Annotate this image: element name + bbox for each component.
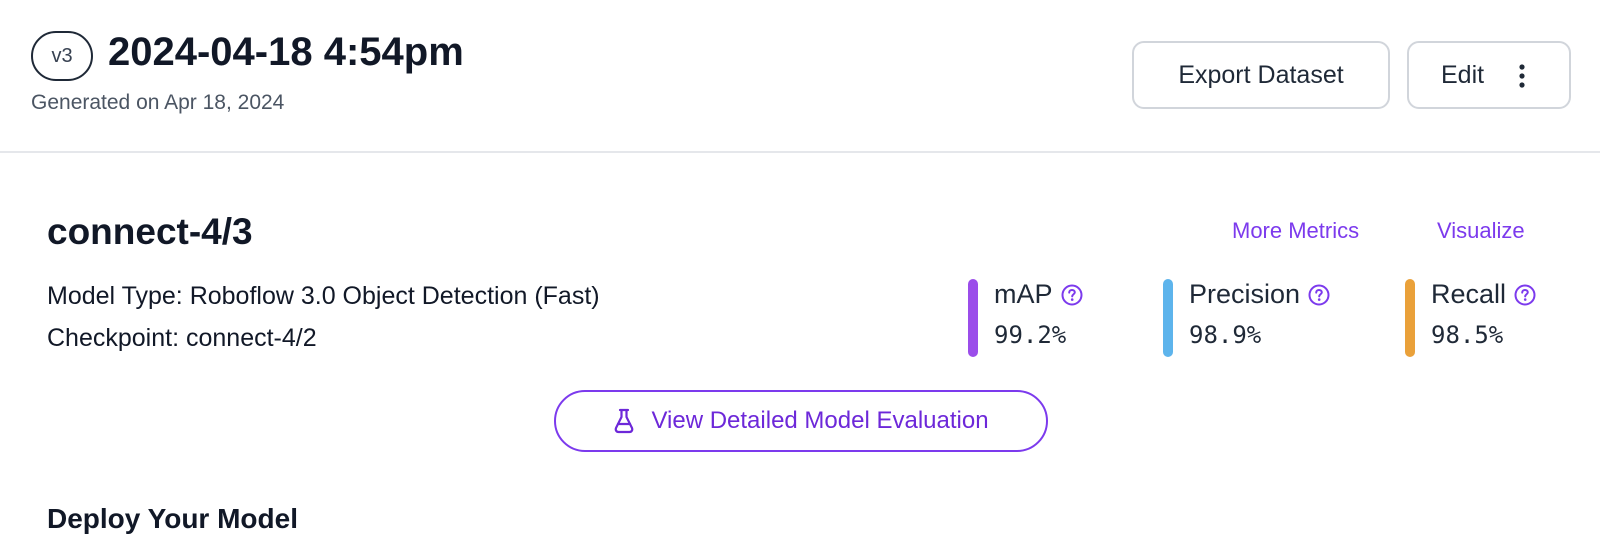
question-circle-icon[interactable] [1514, 284, 1536, 306]
metric-map-label: mAP [994, 279, 1053, 309]
checkpoint-key: Checkpoint: [47, 324, 180, 352]
metric-map-label-row: mAP [994, 279, 1083, 310]
metric-recall-label: Recall [1431, 279, 1507, 309]
metric-recall-bar [1405, 279, 1415, 357]
export-dataset-button[interactable]: Export Dataset [1132, 41, 1390, 109]
export-dataset-label: Export Dataset [1178, 60, 1344, 89]
metric-recall-value: 98.5% [1431, 321, 1504, 349]
more-metrics-link[interactable]: More Metrics [1232, 218, 1359, 244]
edit-button[interactable]: Edit [1407, 41, 1571, 109]
model-name: connect-4/3 [47, 211, 253, 252]
question-circle-icon[interactable] [1308, 284, 1330, 306]
metric-map-bar [968, 279, 978, 357]
metric-map-value: 99.2% [994, 321, 1067, 349]
more-vertical-icon [1519, 64, 1525, 88]
metric-precision-bar [1163, 279, 1173, 357]
edit-label: Edit [1441, 60, 1485, 89]
question-circle-icon[interactable] [1061, 284, 1083, 306]
version-badge: v3 [31, 31, 93, 81]
checkpoint-value: connect-4/2 [185, 324, 317, 352]
flask-icon [615, 408, 634, 434]
generated-date: Generated on Apr 18, 2024 [31, 91, 285, 114]
metric-precision-label: Precision [1189, 279, 1301, 309]
model-type-key: Model Type: [47, 282, 183, 310]
model-type-value: Roboflow 3.0 Object Detection (Fast) [189, 282, 600, 310]
metric-precision-value: 98.9% [1189, 321, 1262, 349]
checkpoint-row: Checkpoint: connect-4/2 [47, 324, 317, 353]
view-model-evaluation-label: View Detailed Model Evaluation [651, 407, 989, 434]
metric-recall-label-row: Recall [1431, 279, 1536, 310]
visualize-link[interactable]: Visualize [1437, 218, 1525, 244]
version-header: v3 2024-04-18 4:54pm Generated on Apr 18… [0, 0, 1600, 153]
deploy-section-title: Deploy Your Model [47, 503, 298, 534]
view-model-evaluation-button[interactable]: View Detailed Model Evaluation [554, 390, 1048, 452]
version-title: 2024-04-18 4:54pm [108, 30, 464, 74]
metric-precision-label-row: Precision [1189, 279, 1330, 310]
model-type-row: Model Type: Roboflow 3.0 Object Detectio… [47, 282, 600, 311]
